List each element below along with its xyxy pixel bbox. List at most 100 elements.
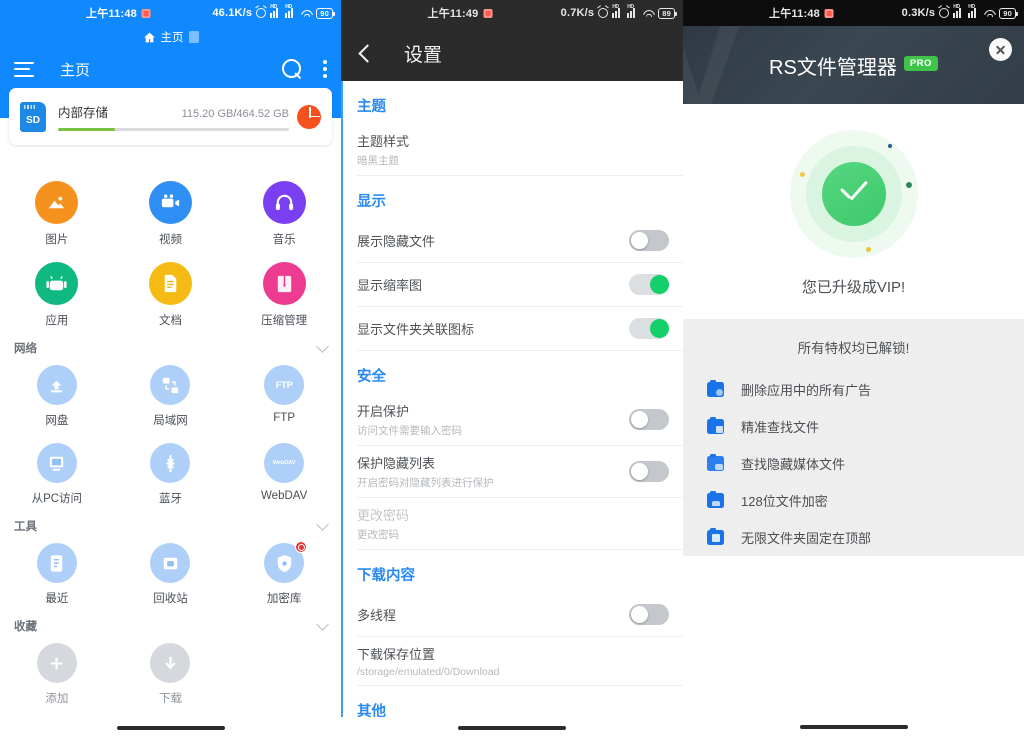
item-ftp[interactable]: FTP FTP xyxy=(227,356,341,434)
nav-pill[interactable] xyxy=(116,726,225,730)
vip-hero-header: V RS文件管理器 PRO xyxy=(683,26,1024,104)
storage-pie-icon xyxy=(297,104,321,129)
cloud-icon xyxy=(36,365,77,405)
category-image[interactable]: 图片 xyxy=(0,172,114,253)
section-header-1[interactable]: 工具 xyxy=(0,512,341,534)
wifi-icon xyxy=(983,9,995,18)
item-download[interactable]: 下载 xyxy=(114,634,228,712)
alarm-icon xyxy=(256,8,267,18)
item-webdav[interactable]: WebDAV WebDAV xyxy=(227,434,341,512)
settings-title: 设置 xyxy=(404,45,443,66)
privilege-label: 精准查找文件 xyxy=(741,420,820,435)
category-label: 图片 xyxy=(45,234,69,246)
tab-page-icon[interactable] xyxy=(188,31,199,43)
chevron-down-icon[interactable] xyxy=(316,339,329,353)
status-time: 上午11:49 xyxy=(427,8,479,20)
item-plus[interactable]: 添加 xyxy=(0,634,114,712)
item-label: 添加 xyxy=(45,693,69,705)
category-android[interactable]: 应用 xyxy=(0,253,114,334)
category-video[interactable]: 视频 xyxy=(114,172,228,253)
settings-label: 下载保存位置 xyxy=(357,647,436,662)
system-nav-bar xyxy=(0,717,341,739)
settings-toggle[interactable] xyxy=(629,230,669,251)
category-label: 视频 xyxy=(158,234,182,246)
settings-label: 显示缩率图 xyxy=(357,278,423,293)
settings-label: 更改密码 xyxy=(357,508,410,523)
battery-icon: 90 xyxy=(316,7,335,19)
section-grid-1: 最近 回收站 加密库 xyxy=(0,534,341,612)
section-header-2[interactable]: 收藏 xyxy=(0,612,341,634)
decor-dot-yellow xyxy=(799,172,805,177)
category-label: 压缩管理 xyxy=(261,315,308,327)
storage-name: 内部存储 xyxy=(58,105,109,120)
category-music[interactable]: 音乐 xyxy=(227,172,341,253)
settings-toggle[interactable] xyxy=(629,604,669,625)
signal-2-icon: HD xyxy=(285,4,296,18)
settings-toggle[interactable] xyxy=(629,409,669,430)
search-icon[interactable] xyxy=(282,58,303,80)
pro-badge: PRO xyxy=(903,55,938,71)
storage-card[interactable]: SD 内部存储 115.20 GB/464.52 GB xyxy=(9,88,332,145)
item-lan[interactable]: 局域网 xyxy=(114,356,228,434)
item-label: FTP xyxy=(273,412,296,424)
nav-pill[interactable] xyxy=(799,725,908,729)
vip-headline: 您已升级成VIP! xyxy=(801,279,906,296)
settings-toggle[interactable] xyxy=(629,318,669,339)
settings-toggle[interactable] xyxy=(629,274,669,295)
settings-row-显示缩率图[interactable]: 显示缩率图 xyxy=(357,263,683,307)
close-icon[interactable] xyxy=(989,38,1012,61)
alarm-icon xyxy=(939,8,950,18)
breadcrumb[interactable]: 主页 xyxy=(0,26,341,48)
chevron-down-icon[interactable] xyxy=(316,517,329,531)
settings-row-开启保护[interactable]: 开启保护 访问文件需要输入密码 xyxy=(357,394,683,446)
sd-card-icon: SD xyxy=(20,101,46,132)
chevron-down-icon[interactable] xyxy=(316,617,329,631)
alarm-icon xyxy=(598,8,609,18)
app-title-label: RS文件管理器 xyxy=(769,56,897,79)
app-title: RS文件管理器 PRO xyxy=(769,51,938,80)
category-label: 文档 xyxy=(158,315,182,327)
item-label: 加密库 xyxy=(266,593,302,605)
category-document[interactable]: 文档 xyxy=(114,253,228,334)
storage-info: 内部存储 115.20 GB/464.52 GB xyxy=(58,102,289,132)
recording-icon xyxy=(483,8,493,18)
settings-row-主题样式[interactable]: 主题样式 暗黑主题 xyxy=(357,124,683,176)
item-cloud[interactable]: 网盘 xyxy=(0,356,114,434)
overflow-menu-icon[interactable] xyxy=(323,60,327,78)
item-trash[interactable]: 回收站 xyxy=(114,534,228,612)
breadcrumb-label: 主页 xyxy=(160,32,184,44)
privilege-item: 删除应用中的所有广告 xyxy=(683,371,1024,408)
category-label: 音乐 xyxy=(272,234,296,246)
settings-label: 开启保护 xyxy=(357,404,410,419)
settings-row-多线程[interactable]: 多线程 xyxy=(357,593,683,637)
ftp-icon: FTP xyxy=(264,365,305,405)
item-label: 局域网 xyxy=(153,415,188,427)
image-icon xyxy=(35,181,79,224)
home-icon xyxy=(143,31,156,43)
item-bluetooth[interactable]: 蓝牙 xyxy=(114,434,228,512)
item-label: WebDAV xyxy=(261,490,308,502)
item-label: 下载 xyxy=(158,693,182,705)
settings-row-下载保存位置[interactable]: 下载保存位置/storage/emulated/0/Download xyxy=(357,637,683,686)
item-recent[interactable]: 最近 xyxy=(0,534,114,612)
status-bar: 上午11:48 46.1K/s HD HD 90 xyxy=(0,0,341,26)
category-archive[interactable]: 压缩管理 xyxy=(227,253,341,334)
back-arrow-icon[interactable] xyxy=(358,44,377,63)
item-vault[interactable]: 加密库 xyxy=(227,534,341,612)
privilege-item: 无限文件夹固定在顶部 xyxy=(683,519,1024,556)
network-speed: 0.3K/s xyxy=(901,7,936,19)
settings-row-显示文件夹关联图标[interactable]: 显示文件夹关联图标 xyxy=(357,307,683,351)
settings-row-更改密码[interactable]: 更改密码 更改密码 xyxy=(357,498,683,550)
decor-dot-green xyxy=(905,182,912,188)
settings-toggle[interactable] xyxy=(629,461,669,482)
section-header-0[interactable]: 网络 xyxy=(0,334,341,356)
settings-row-展示隐藏文件[interactable]: 展示隐藏文件 xyxy=(357,219,683,263)
signal-1-icon: HD xyxy=(270,4,281,18)
settings-label: 主题样式 xyxy=(357,134,410,149)
settings-row-保护隐藏列表[interactable]: 保护隐藏列表 开启密码对隐藏列表进行保护 xyxy=(357,446,683,498)
settings-sublabel: 开启密码对隐藏列表进行保护 xyxy=(357,477,494,489)
menu-icon[interactable] xyxy=(14,61,34,77)
item-pc[interactable]: 从PC访问 xyxy=(0,434,114,512)
nav-pill[interactable] xyxy=(458,726,566,730)
no-ads-icon xyxy=(707,380,724,397)
